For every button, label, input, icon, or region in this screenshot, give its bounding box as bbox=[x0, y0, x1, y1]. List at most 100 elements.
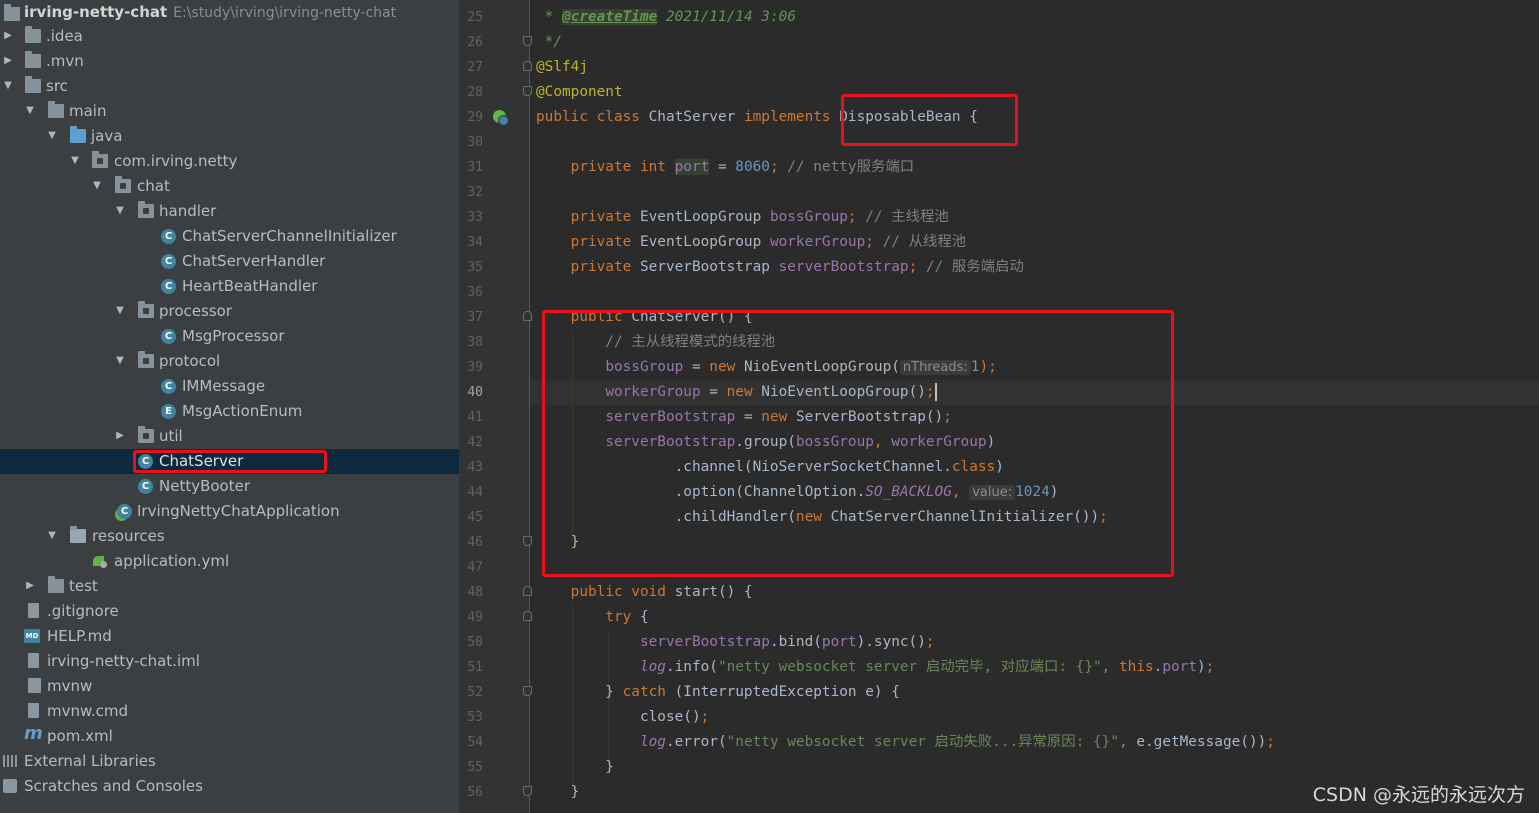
line-number[interactable]: 38 bbox=[459, 330, 483, 355]
highlight-box-disposablebean bbox=[841, 94, 1018, 146]
tree-item-scratches[interactable]: Scratches and Consoles bbox=[0, 774, 459, 799]
line-number[interactable]: 30 bbox=[459, 130, 483, 155]
tree-root[interactable]: irving-netty-chat E:\study\irving\irving-… bbox=[0, 0, 459, 25]
tree-item-mvnw[interactable]: mvnw bbox=[0, 674, 459, 699]
tree-item-class[interactable]: C HeartBeatHandler bbox=[0, 274, 459, 299]
tree-item-label: mvnw bbox=[47, 677, 93, 695]
tree-item-label: resources bbox=[92, 527, 165, 545]
line-number[interactable]: 25 bbox=[459, 5, 483, 30]
line-number[interactable]: 43 bbox=[459, 455, 483, 480]
tree-item-label: protocol bbox=[159, 352, 221, 370]
line-number[interactable]: 44 bbox=[459, 480, 483, 505]
tree-item-mvn[interactable]: ▶ .mvn bbox=[0, 49, 459, 74]
line-number[interactable]: 55 bbox=[459, 755, 483, 780]
tree-item-label: Scratches and Consoles bbox=[24, 777, 203, 795]
tree-item-class[interactable]: C ChatServerHandler bbox=[0, 249, 459, 274]
line-number[interactable]: 49 bbox=[459, 605, 483, 630]
tree-item-protocol[interactable]: ▼ protocol bbox=[0, 349, 459, 374]
tree-item-test[interactable]: ▶ test bbox=[0, 574, 459, 599]
line-number[interactable]: 53 bbox=[459, 705, 483, 730]
tree-item-help-md[interactable]: MD HELP.md bbox=[0, 624, 459, 649]
watermark: CSDN @永远的永远次方 bbox=[1312, 784, 1525, 806]
expand-arrow-icon[interactable]: ▶ bbox=[114, 424, 126, 448]
line-number[interactable]: 39 bbox=[459, 355, 483, 380]
tree-item-idea[interactable]: ▶ .idea bbox=[0, 24, 459, 49]
collapse-arrow-icon[interactable]: ▼ bbox=[91, 174, 103, 198]
tree-item-handler[interactable]: ▼ handler bbox=[0, 199, 459, 224]
line-number[interactable]: 28 bbox=[459, 80, 483, 105]
tree-item-package[interactable]: ▼ com.irving.netty bbox=[0, 149, 459, 174]
spring-boot-class-icon: C bbox=[117, 504, 132, 519]
line-number[interactable]: 50 bbox=[459, 630, 483, 655]
collapse-arrow-icon[interactable]: ▼ bbox=[24, 99, 36, 123]
tree-item-util[interactable]: ▶ util bbox=[0, 424, 459, 449]
tree-item-processor[interactable]: ▼ processor bbox=[0, 299, 459, 324]
line-number[interactable]: 52 bbox=[459, 680, 483, 705]
line-number[interactable]: 51 bbox=[459, 655, 483, 680]
tree-item-application-class[interactable]: C IrvingNettyChatApplication bbox=[0, 499, 459, 524]
collapse-arrow-icon[interactable]: ▼ bbox=[114, 299, 126, 323]
tree-item-class[interactable]: C NettyBooter bbox=[0, 474, 459, 499]
line-number[interactable]: 40 bbox=[459, 380, 483, 405]
line-number[interactable]: 42 bbox=[459, 430, 483, 455]
tree-item-mvnw-cmd[interactable]: mvnw.cmd bbox=[0, 699, 459, 724]
tree-item-gitignore[interactable]: .gitignore bbox=[0, 599, 459, 624]
line-number[interactable]: 37 bbox=[459, 305, 483, 330]
code-line-49: try { bbox=[605, 609, 649, 625]
tree-item-class[interactable]: C MsgProcessor bbox=[0, 324, 459, 349]
project-name: irving-netty-chat bbox=[24, 3, 168, 21]
module-file-icon bbox=[28, 653, 39, 668]
code-line-52: } catch (InterruptedException e) { bbox=[536, 684, 900, 700]
line-number[interactable]: 29 bbox=[459, 105, 483, 130]
tree-item-label: processor bbox=[159, 302, 232, 320]
tree-item-label: .mvn bbox=[46, 52, 84, 70]
tree-item-pom[interactable]: m pom.xml bbox=[0, 724, 459, 749]
collapse-arrow-icon[interactable]: ▼ bbox=[46, 124, 58, 148]
package-icon bbox=[138, 301, 154, 318]
line-number[interactable]: 45 bbox=[459, 505, 483, 530]
line-number[interactable]: 47 bbox=[459, 555, 483, 580]
line-number[interactable]: 36 bbox=[459, 280, 483, 305]
line-number[interactable]: 56 bbox=[459, 780, 483, 805]
line-number[interactable]: 32 bbox=[459, 180, 483, 205]
expand-arrow-icon[interactable]: ▶ bbox=[24, 574, 36, 598]
class-icon: C bbox=[161, 229, 176, 244]
line-number[interactable]: 33 bbox=[459, 205, 483, 230]
collapse-arrow-icon[interactable]: ▼ bbox=[114, 349, 126, 373]
expand-arrow-icon[interactable]: ▶ bbox=[2, 24, 14, 48]
tree-item-class[interactable]: C IMMessage bbox=[0, 374, 459, 399]
folder-icon bbox=[25, 51, 41, 68]
package-icon bbox=[92, 151, 108, 168]
code-line-51: log.info("netty websocket server 启动完毕, 对… bbox=[639, 659, 1215, 675]
tree-item-yml[interactable]: application.yml bbox=[0, 549, 459, 574]
file-icon bbox=[28, 603, 39, 618]
tree-item-external-libraries[interactable]: External Libraries bbox=[0, 749, 459, 774]
tree-item-iml[interactable]: irving-netty-chat.iml bbox=[0, 649, 459, 674]
tree-item-src[interactable]: ▼ src bbox=[0, 74, 459, 99]
tree-item-class[interactable]: C ChatServerChannelInitializer bbox=[0, 224, 459, 249]
spring-bean-gutter-icon[interactable] bbox=[493, 110, 509, 126]
line-number[interactable]: 46 bbox=[459, 530, 483, 555]
line-number[interactable]: 48 bbox=[459, 580, 483, 605]
tree-item-main[interactable]: ▼ main bbox=[0, 99, 459, 124]
collapse-arrow-icon[interactable]: ▼ bbox=[2, 74, 14, 98]
line-number[interactable]: 35 bbox=[459, 255, 483, 280]
collapse-arrow-icon[interactable]: ▼ bbox=[69, 149, 81, 173]
tree-item-chat[interactable]: ▼ chat bbox=[0, 174, 459, 199]
tree-item-java[interactable]: ▼ java bbox=[0, 124, 459, 149]
tree-item-resources[interactable]: ▼ resources bbox=[0, 524, 459, 549]
line-number[interactable]: 54 bbox=[459, 730, 483, 755]
line-number[interactable]: 31 bbox=[459, 155, 483, 180]
collapse-arrow-icon[interactable]: ▼ bbox=[46, 524, 58, 548]
collapse-arrow-icon[interactable]: ▼ bbox=[114, 199, 126, 223]
tree-item-label: NettyBooter bbox=[159, 477, 251, 495]
line-number[interactable]: 34 bbox=[459, 230, 483, 255]
enum-icon: E bbox=[161, 404, 176, 419]
code-line-55: } bbox=[536, 759, 614, 775]
code-line-28: @Component bbox=[536, 84, 623, 100]
tree-item-enum[interactable]: E MsgActionEnum bbox=[0, 399, 459, 424]
line-number[interactable]: 27 bbox=[459, 55, 483, 80]
line-number[interactable]: 41 bbox=[459, 405, 483, 430]
line-number[interactable]: 26 bbox=[459, 30, 483, 55]
expand-arrow-icon[interactable]: ▶ bbox=[2, 49, 14, 73]
